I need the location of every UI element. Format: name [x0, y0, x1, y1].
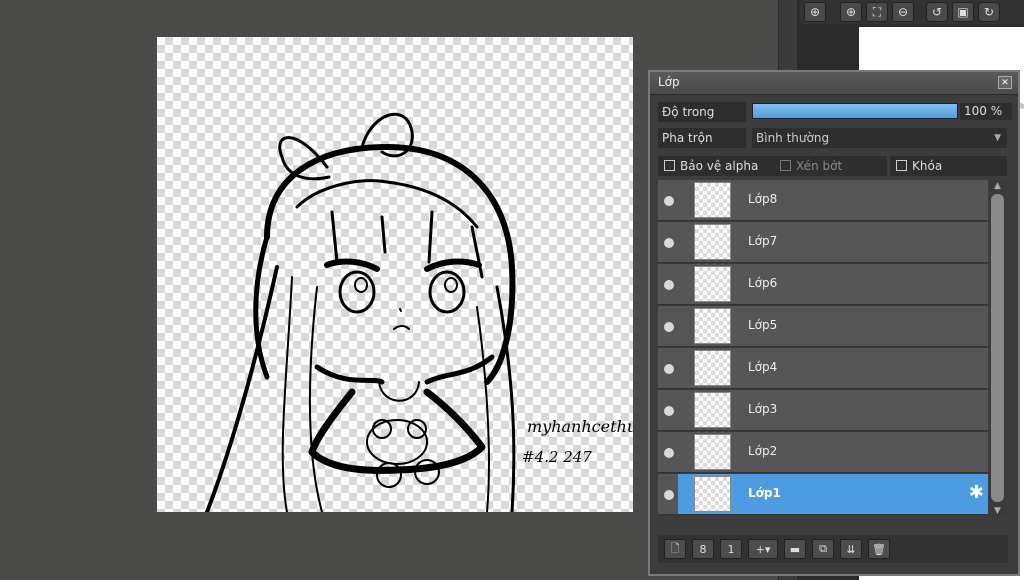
zoom-in-icon[interactable]: ⊕ — [804, 2, 826, 22]
checkbox-box — [780, 160, 791, 171]
layer-row[interactable]: Lớp8 — [658, 180, 988, 221]
layer-thumbnail — [694, 266, 731, 302]
fullscreen-icon[interactable]: ▣ — [952, 2, 974, 22]
layer-name: Lớp4 — [748, 360, 778, 374]
checkbox-box — [664, 160, 675, 171]
drawing-canvas[interactable]: myhanhcethu #4.2 247 — [157, 37, 633, 512]
signature-text-2: #4.2 247 — [522, 448, 592, 466]
lock-label: Khóa — [912, 159, 943, 173]
visibility-eye-icon[interactable] — [664, 322, 674, 332]
layer-thumbnail — [694, 476, 731, 512]
chevron-down-icon: ▼ — [994, 133, 1001, 143]
opacity-slider-fill — [753, 104, 957, 118]
fit-screen-icon[interactable]: ⛶ — [866, 2, 888, 22]
layer-thumbnail — [694, 350, 731, 386]
visibility-eye-icon[interactable] — [664, 490, 674, 500]
protect-alpha-label: Bảo vệ alpha — [680, 159, 759, 173]
rotate-left-icon[interactable]: ↺ — [926, 2, 948, 22]
protect-alpha-checkbox[interactable]: Bảo vệ alpha — [658, 156, 774, 176]
visibility-eye-icon[interactable] — [664, 364, 674, 374]
duplicate-layer-icon[interactable]: ⧉ — [812, 539, 834, 559]
layer-row[interactable]: Lớp7 — [658, 222, 988, 263]
layer-row[interactable]: Lớp6 — [658, 264, 988, 305]
signature-text-1: myhanhcethu — [527, 417, 633, 436]
add-layer-menu-icon[interactable]: +▾ — [748, 539, 778, 559]
close-icon[interactable]: ✕ — [998, 76, 1012, 89]
zoom-plus-icon[interactable]: ⊕ — [840, 2, 862, 22]
layer-panel: Lớp ✕ Độ trong 100 % Pha trộn Bình thườn… — [648, 70, 1020, 576]
zoom-minus-icon[interactable]: ⊖ — [892, 2, 914, 22]
layer-name: Lớp8 — [748, 192, 778, 206]
blend-mode-select[interactable]: Bình thường ▼ — [752, 128, 1007, 148]
layer-list: Lớp8 Lớp7 Lớp6 Lớp5 Lớp4 Lớp3 Lớp2 Lớp1 ✱ — [658, 180, 988, 517]
scroll-thumb[interactable] — [991, 194, 1004, 502]
folder-icon[interactable]: ▬ — [784, 539, 806, 559]
chibi-line-art: myhanhcethu #4.2 247 — [205, 112, 633, 512]
new-8bit-layer-icon[interactable]: 8 — [692, 539, 714, 559]
merge-layer-icon[interactable]: ⇊ — [840, 539, 862, 559]
layer-row[interactable]: Lớp2 — [658, 432, 988, 473]
opacity-value: 100 % — [960, 103, 1012, 120]
clipping-label: Xén bớt — [796, 159, 843, 173]
layer-name: Lớp3 — [748, 402, 778, 416]
lock-checkbox[interactable]: Khóa — [890, 156, 1007, 176]
layer-name: Lớp6 — [748, 276, 778, 290]
scroll-up-icon[interactable]: ▲ — [989, 180, 1006, 192]
layer-row[interactable]: Lớp3 — [658, 390, 988, 431]
visibility-eye-icon[interactable] — [664, 448, 674, 458]
layer-row[interactable]: Lớp4 — [658, 348, 988, 389]
new-1bit-layer-icon[interactable]: 1 — [720, 539, 742, 559]
view-toolbar: ⊕ ⊕ ⛶ ⊖ ↺ ▣ ↻ — [800, 0, 1024, 24]
visibility-eye-icon[interactable] — [664, 280, 674, 290]
layer-thumbnail — [694, 308, 731, 344]
layer-name: Lớp5 — [748, 318, 778, 332]
clipping-checkbox[interactable]: Xén bớt — [774, 156, 887, 176]
trash-icon[interactable]: 🗑 — [868, 539, 890, 559]
layer-row[interactable]: Lớp5 — [658, 306, 988, 347]
layer-thumbnail — [694, 224, 731, 260]
rotate-right-icon[interactable]: ↻ — [978, 2, 1000, 22]
scroll-down-icon[interactable]: ▼ — [989, 505, 1006, 517]
layer-name: Lớp2 — [748, 444, 778, 458]
visibility-eye-icon[interactable] — [664, 238, 674, 248]
layer-row[interactable]: Lớp1 ✱ — [658, 474, 988, 515]
opacity-label: Độ trong — [658, 102, 746, 122]
layer-list-scrollbar[interactable]: ▲ ▼ — [989, 180, 1006, 517]
visibility-eye-icon[interactable] — [664, 196, 674, 206]
layer-thumbnail — [694, 182, 731, 218]
layer-actions-bar: 🗋 8 1 +▾ ▬ ⧉ ⇊ 🗑 — [658, 535, 1008, 563]
blend-label: Pha trộn — [658, 128, 746, 148]
opacity-slider[interactable] — [752, 103, 958, 119]
panel-title: Lớp — [658, 75, 680, 89]
layer-name: Lớp7 — [748, 234, 778, 248]
blend-mode-value: Bình thường — [756, 131, 830, 145]
gear-icon[interactable]: ✱ — [969, 484, 984, 502]
new-layer-icon[interactable]: 🗋 — [664, 539, 686, 559]
panel-titlebar[interactable]: Lớp ✕ — [650, 72, 1018, 95]
checkbox-box — [896, 160, 907, 171]
layer-name: Lớp1 — [748, 486, 781, 500]
visibility-eye-icon[interactable] — [664, 406, 674, 416]
layer-thumbnail — [694, 392, 731, 428]
layer-thumbnail — [694, 434, 731, 470]
